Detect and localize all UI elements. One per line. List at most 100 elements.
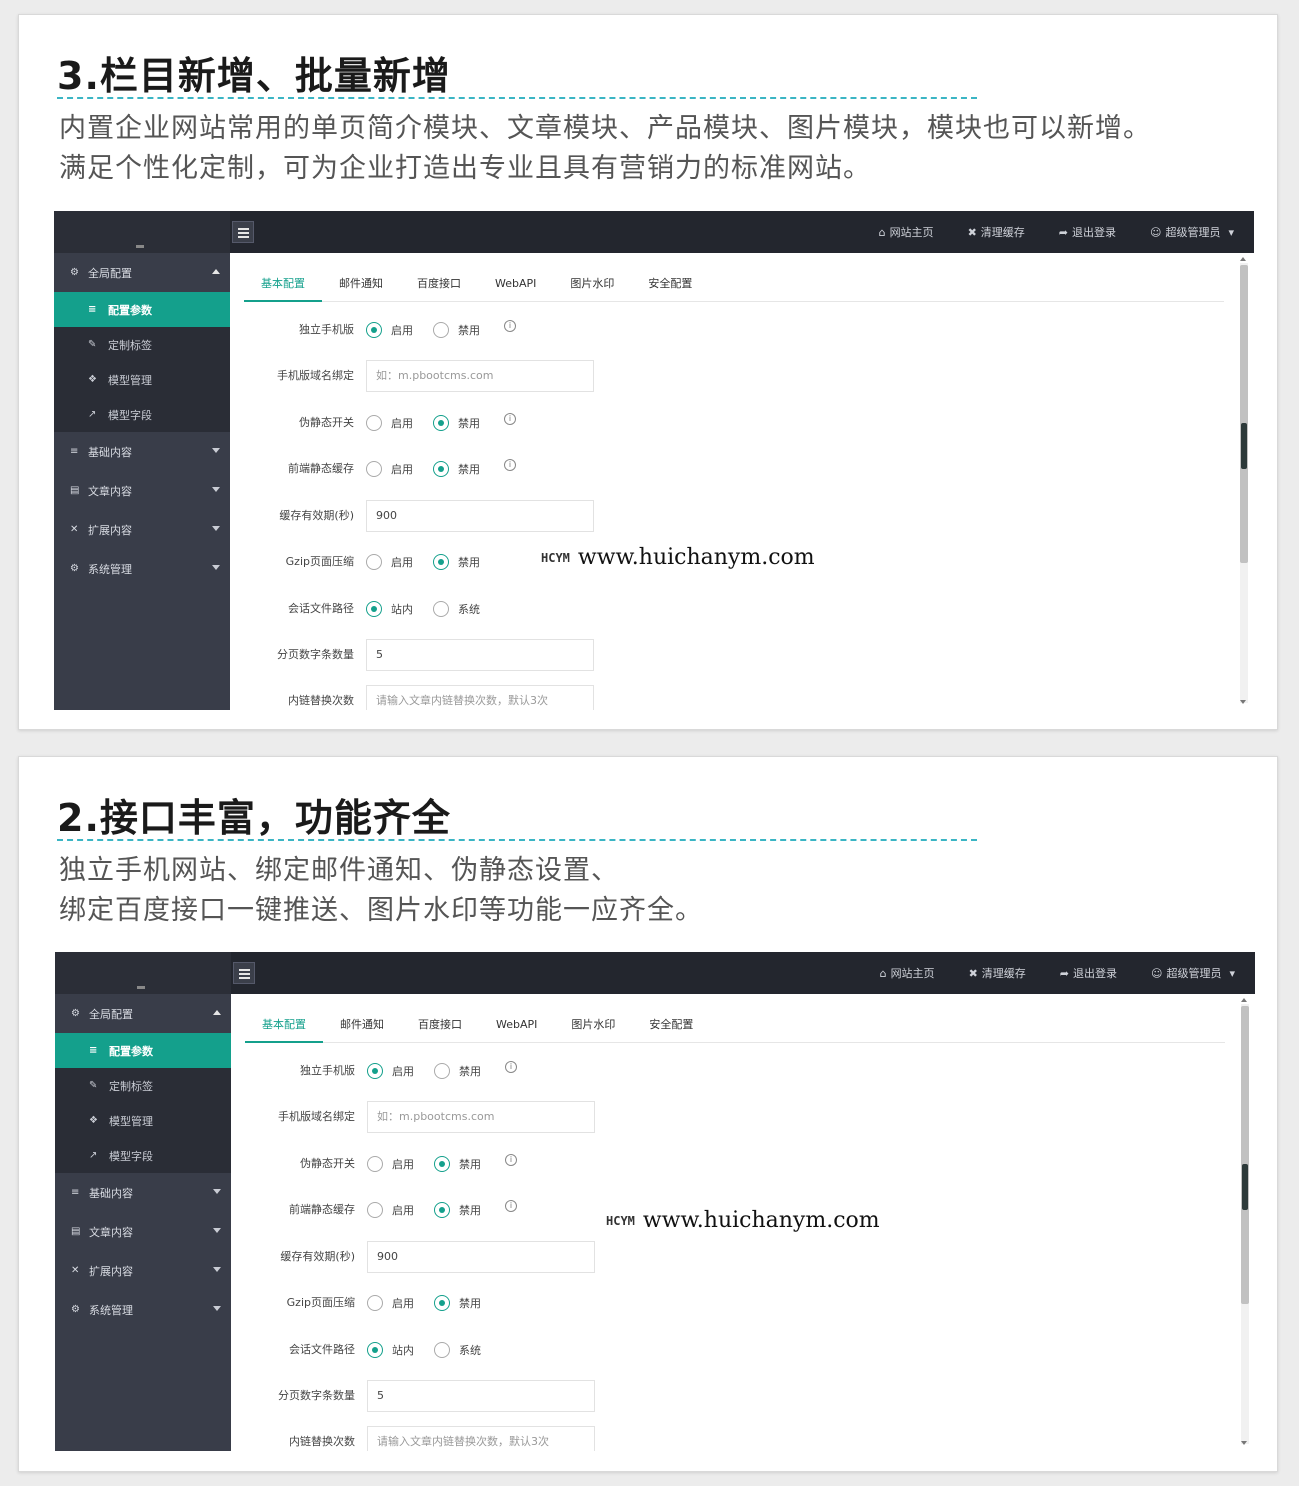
radio-in-site[interactable]: 站内 [367,1342,414,1358]
sidebar-group-basic-content[interactable]: ≡ 基础内容 [55,1173,231,1212]
tab-email-notify[interactable]: 邮件通知 [322,267,400,301]
scroll-down-arrow[interactable] [1240,700,1246,704]
radio-disable[interactable]: 禁用 [433,415,480,431]
scroll-down-arrow[interactable] [1241,1441,1247,1445]
radio-enable[interactable]: 启用 [366,554,413,570]
sidebar-item-custom-tags[interactable]: ✎ 定制标签 [54,327,230,362]
sidebar-group-global-config[interactable]: ⚙ 全局配置 [55,994,231,1033]
form-row-mobile-domain: 手机版域名绑定 如：m.pbootcms.com [231,1101,1131,1133]
logout-icon: ➦ [1058,225,1068,239]
watermark-logo: HCYM [541,550,570,565]
logout-icon: ➦ [1059,966,1069,980]
radio-disable[interactable]: 禁用 [434,1202,481,1218]
mobile-domain-input[interactable]: 如：m.pbootcms.com [367,1101,595,1133]
page-count-input[interactable]: 5 [366,639,594,671]
field-label: Gzip页面压缩 [286,1296,355,1309]
radio-disable[interactable]: 禁用 [433,554,480,570]
scroll-up-arrow[interactable] [1240,257,1246,261]
info-icon[interactable]: i [504,320,516,332]
form-row-mobile-site: 独立手机版 启用 禁用 i [231,1055,1131,1087]
sidebar-group-extended-content[interactable]: ✕ 扩展内容 [54,510,230,549]
logout-link[interactable]: ➦ 退出登录 [1059,224,1116,240]
radio-disable[interactable]: 禁用 [433,461,480,477]
radio-system[interactable]: 系统 [434,1342,481,1358]
home-link[interactable]: ⌂ 网站主页 [880,965,935,981]
info-icon[interactable]: i [504,413,516,425]
sidebar-item-model-fields[interactable]: ↗ 模型字段 [54,397,230,432]
sidebar-group-article-content[interactable]: ▤ 文章内容 [54,471,230,510]
sidebar-group-basic-content[interactable]: ≡ 基础内容 [54,432,230,471]
tab-baidu-api[interactable]: 百度接口 [400,267,478,301]
caret-down-icon [212,487,220,492]
sidebar-item-model-management[interactable]: ❖ 模型管理 [54,362,230,397]
home-link[interactable]: ⌂ 网站主页 [879,224,934,240]
clear-cache-link[interactable]: ✖ 清理缓存 [968,224,1025,240]
radio-disable[interactable]: 禁用 [434,1295,481,1311]
menu-toggle-button[interactable] [232,221,254,243]
radio-enable[interactable]: 启用 [367,1202,414,1218]
cache-ttl-input[interactable]: 900 [367,1241,595,1273]
cache-ttl-input[interactable]: 900 [366,500,594,532]
scrollbar[interactable] [1241,1004,1249,1444]
tab-security-config[interactable]: 安全配置 [631,267,709,301]
tab-webapi[interactable]: WebAPI [478,267,553,301]
sidebar-group-system-management[interactable]: ⚙ 系统管理 [55,1290,231,1329]
radio-disable[interactable]: 禁用 [434,1063,481,1079]
radio-enable[interactable]: 启用 [366,322,413,338]
user-menu[interactable]: ☺ 超级管理员 ▾ [1151,965,1235,981]
mobile-domain-input[interactable]: 如：m.pbootcms.com [366,360,594,392]
sidebar-item-model-fields[interactable]: ↗ 模型字段 [55,1138,231,1173]
sidebar-item-custom-tags[interactable]: ✎ 定制标签 [55,1068,231,1103]
radio-disable[interactable]: 禁用 [434,1156,481,1172]
sidebar-group-global-config[interactable]: ⚙ 全局配置 [54,253,230,292]
radio-system[interactable]: 系统 [433,601,480,617]
tab-baidu-api[interactable]: 百度接口 [401,1008,479,1042]
replace-count-input[interactable]: 请输入文章内链替换次数，默认3次 [366,685,594,710]
field-label: 会话文件路径 [289,1343,355,1356]
sidebar-group-article-content[interactable]: ▤ 文章内容 [55,1212,231,1251]
logout-link[interactable]: ➦ 退出登录 [1060,965,1117,981]
tab-image-watermark[interactable]: 图片水印 [553,267,631,301]
radio-disable[interactable]: 禁用 [433,322,480,338]
caret-down-icon [212,448,220,453]
sidebar-item-config-params[interactable]: ≡ 配置参数 [54,292,230,327]
radio-enable[interactable]: 启用 [366,415,413,431]
menu-toggle-button[interactable] [233,962,255,984]
user-menu[interactable]: ☺ 超级管理员 ▾ [1150,224,1234,240]
replace-count-input[interactable]: 请输入文章内链替换次数，默认3次 [367,1426,595,1451]
radio-enable[interactable]: 启用 [367,1063,414,1079]
form-row-cache-ttl: 缓存有效期(秒) 900 [231,1241,1131,1273]
sidebar-group-system-management[interactable]: ⚙ 系统管理 [54,549,230,588]
sidebar-item-model-management[interactable]: ❖ 模型管理 [55,1103,231,1138]
tab-webapi[interactable]: WebAPI [479,1008,554,1042]
sidebar-item-config-params[interactable]: ≡ 配置参数 [55,1033,231,1068]
form-row-cache-ttl: 缓存有效期(秒) 900 [230,500,1130,532]
scroll-up-arrow[interactable] [1241,998,1247,1002]
info-icon[interactable]: i [504,459,516,471]
tab-email-notify[interactable]: 邮件通知 [323,1008,401,1042]
tab-image-watermark[interactable]: 图片水印 [554,1008,632,1042]
info-icon[interactable]: i [505,1061,517,1073]
watermark-url: www.huichanym.com [642,1208,880,1233]
tab-basic-config[interactable]: 基本配置 [245,1008,323,1043]
scrollbar[interactable] [1240,263,1248,703]
info-icon[interactable]: i [505,1154,517,1166]
tab-security-config[interactable]: 安全配置 [632,1008,710,1042]
clear-cache-link[interactable]: ✖ 清理缓存 [969,965,1026,981]
form-row-replace-count: 内链替换次数 请输入文章内链替换次数，默认3次 [231,1426,1131,1451]
file-icon: ▤ [71,1226,81,1237]
tab-basic-config[interactable]: 基本配置 [244,267,322,302]
radio-enable[interactable]: 启用 [367,1156,414,1172]
logo [137,986,145,989]
info-icon[interactable]: i [505,1200,517,1212]
radio-enable[interactable]: 启用 [367,1295,414,1311]
scrollbar-thumb[interactable] [1241,1006,1249,1304]
radio-in-site[interactable]: 站内 [366,601,413,617]
caret-down-icon [213,1267,221,1272]
sidebar-group-extended-content[interactable]: ✕ 扩展内容 [55,1251,231,1290]
external-link-icon: ↗ [88,409,97,420]
scrollbar-thumb[interactable] [1240,265,1248,563]
page-count-input[interactable]: 5 [367,1380,595,1412]
radio-enable[interactable]: 启用 [366,461,413,477]
caret-down-icon [213,1306,221,1311]
